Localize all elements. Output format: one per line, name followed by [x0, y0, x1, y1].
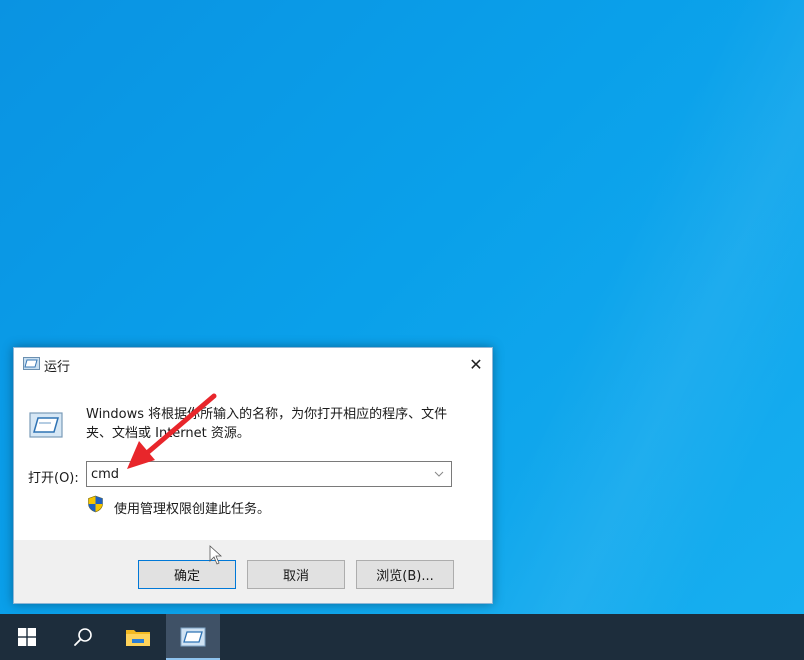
start-button[interactable]: [0, 614, 54, 660]
chevron-down-icon[interactable]: [432, 468, 446, 480]
taskbar: [0, 614, 804, 660]
desktop: 运行 ✕ Windows 将根据你所输入的名称，为你打开相应的程序、文件夹、文档…: [0, 0, 804, 660]
open-combobox[interactable]: [86, 461, 452, 487]
run-dialog: 运行 ✕ Windows 将根据你所输入的名称，为你打开相应的程序、文件夹、文档…: [13, 347, 493, 604]
run-taskbar-button[interactable]: [166, 614, 220, 660]
run-icon: [29, 412, 63, 438]
close-icon: ✕: [469, 354, 483, 374]
search-icon: [74, 628, 92, 646]
run-icon: [23, 357, 40, 370]
windows-logo-icon: [18, 628, 36, 646]
close-button[interactable]: ✕: [460, 349, 492, 379]
folder-icon: [126, 630, 150, 646]
run-icon: [180, 627, 206, 647]
dialog-titlebar[interactable]: 运行 ✕: [14, 348, 492, 380]
open-label: 打开(O):: [28, 471, 79, 486]
dialog-description: Windows 将根据你所输入的名称，为你打开相应的程序、文件夹、文档或 Int…: [86, 407, 448, 441]
dialog-title: 运行: [44, 360, 71, 375]
mouse-pointer-icon: [209, 545, 223, 565]
admin-note: 使用管理权限创建此任务。: [114, 502, 271, 517]
browse-button[interactable]: 浏览(B)...: [356, 560, 454, 589]
command-input[interactable]: [91, 465, 421, 483]
cancel-button[interactable]: 取消: [247, 560, 345, 589]
search-button[interactable]: [56, 614, 110, 660]
file-explorer-button[interactable]: [111, 614, 165, 660]
button-bar: 确定 取消 浏览(B)...: [14, 540, 492, 603]
uac-shield-icon: [88, 495, 103, 513]
